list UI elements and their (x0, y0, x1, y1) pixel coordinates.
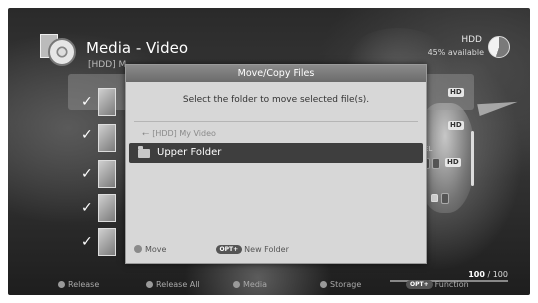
move-hint[interactable]: Move (145, 245, 166, 254)
button-dot-icon (134, 245, 142, 253)
bottom-function[interactable]: OPT+ Function (406, 280, 469, 289)
bottom-storage[interactable]: Storage (320, 280, 361, 289)
page-title: Media - Video (86, 39, 189, 57)
folder-path-text: [HDD] My Video (152, 129, 216, 138)
item-count: 100 / 100 (468, 270, 508, 279)
blue-button-icon (320, 281, 327, 288)
upper-folder-item[interactable]: Upper Folder (129, 143, 423, 163)
storage-label: HDD (461, 35, 482, 45)
rating-badge-icon (441, 193, 450, 204)
new-folder-hint[interactable]: New Folder (244, 245, 289, 254)
move-copy-dialog: Move/Copy Files Select the folder to mov… (125, 64, 427, 264)
upper-folder-label: Upper Folder (157, 147, 222, 158)
usb-icon: ⭠ (142, 129, 150, 139)
red-button-icon (58, 281, 65, 288)
bottom-release[interactable]: Release (58, 280, 99, 289)
tv-screen: Media - Video [HDD] M HDD 45% available … (8, 8, 530, 295)
check-icon: ✓ (81, 166, 93, 182)
rating-badge-icon (432, 158, 441, 169)
divider (134, 121, 418, 122)
yellow-button-icon (233, 281, 240, 288)
page-subtitle: [HDD] M (88, 60, 127, 70)
opt-key-icon: OPT+ (406, 280, 433, 289)
storage-available: 45% available (427, 48, 484, 57)
storage-pie-icon (488, 36, 510, 58)
lock-icon (431, 194, 438, 202)
video-thumbnail (98, 88, 116, 116)
hd-badge: HD (445, 158, 461, 167)
check-icon: ✓ (81, 94, 93, 110)
folder-path: ⭠ [HDD] My Video (142, 129, 216, 139)
media-video-icon (40, 34, 80, 70)
background-bird-beak (477, 95, 519, 117)
green-button-icon (146, 281, 153, 288)
check-icon: ✓ (81, 127, 93, 143)
folder-icon (138, 146, 150, 158)
dialog-message: Select the folder to move selected file(… (182, 95, 370, 105)
bottom-release-all[interactable]: Release All (146, 280, 200, 289)
bottom-media[interactable]: Media (233, 280, 267, 289)
dialog-footer: Move OPT+ New Folder (134, 245, 289, 254)
dialog-title: Move/Copy Files (126, 65, 426, 82)
hd-badge: HD (448, 121, 464, 130)
hd-badge: HD (448, 88, 464, 97)
video-thumbnail (98, 228, 116, 256)
list-scrollbar[interactable] (471, 131, 474, 186)
video-thumbnail (98, 124, 116, 152)
video-thumbnail (98, 160, 116, 188)
video-thumbnail (98, 194, 116, 222)
opt-key-icon: OPT+ (215, 245, 243, 254)
check-icon: ✓ (81, 234, 93, 250)
check-icon: ✓ (81, 200, 93, 216)
